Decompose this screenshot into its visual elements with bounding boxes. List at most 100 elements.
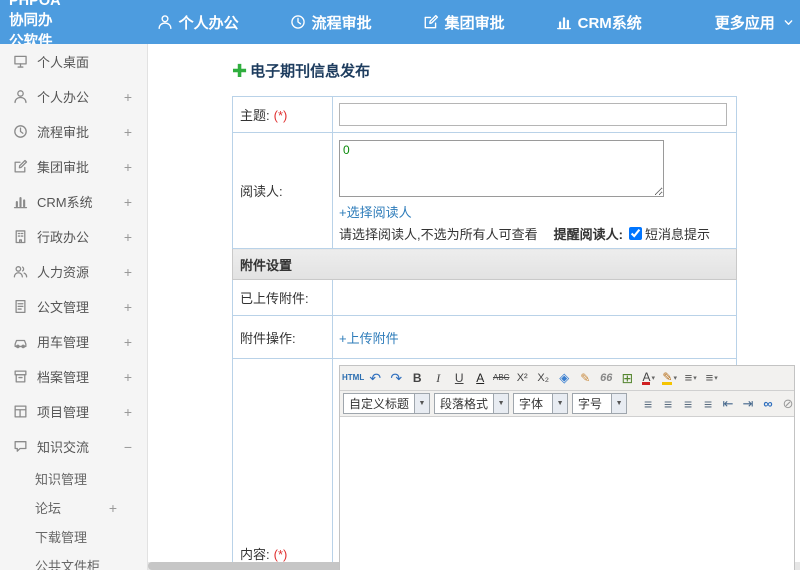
sidebar-item-project-mgmt[interactable]: 项目管理 + [0,394,147,429]
sidebar-subitem-download-mgmt[interactable]: 下载管理 [0,522,147,551]
align-left-button[interactable]: ≡ [638,394,658,414]
document-icon [13,299,28,314]
expand-toggle[interactable]: + [124,404,147,420]
remind-readers-label: 提醒阅读人: [553,227,623,242]
format-brush-button[interactable]: ✎ [575,368,596,388]
unordered-list-button[interactable]: ≡ ▾ [701,368,722,388]
sidebar-item-hr[interactable]: 人力资源 + [0,254,147,289]
sidebar-subitem-forum[interactable]: 论坛 + [0,493,147,522]
italic-button[interactable]: I [428,368,449,388]
blockquote-button[interactable]: 66 [596,368,617,388]
font-color-button[interactable]: A ▾ [638,368,659,388]
expand-toggle[interactable]: − [124,439,147,455]
expand-toggle[interactable]: + [124,264,147,280]
paragraph-format-dropdown[interactable]: 段落格式 ▼ [434,393,510,414]
sidebar-item-personal-office[interactable]: 个人办公 + [0,79,147,114]
align-right-button[interactable]: ≡ [678,394,698,414]
indent-button[interactable]: ⇥ [738,394,758,414]
sidebar-subitem-knowledge-mgmt[interactable]: 知识管理 [0,464,147,493]
expand-toggle[interactable]: + [124,89,147,105]
unlink-button[interactable]: ⊘ [778,394,798,414]
editor-dropdowns: 自定义标题 ▼ 段落格式 ▼ 字体 ▼ 字号 ▼ [342,393,630,414]
bold-button[interactable]: B [407,368,428,388]
people-icon [13,264,28,279]
person-icon [13,89,28,104]
readers-hint-text: 请选择阅读人,不选为所有人可查看 [339,227,538,242]
editor-content-area[interactable] [340,417,794,570]
link-button[interactable]: ∞ [758,394,778,414]
sidebar-subitem-public-file-cabinet[interactable]: 公共文件柜 [0,551,147,570]
source-code-button[interactable]: HTML [342,368,365,388]
ordered-list-button[interactable]: ≡ ▾ [680,368,701,388]
subject-label: 主题: [240,108,270,123]
uploaded-attachment-label: 已上传附件: [240,291,309,306]
expand-toggle[interactable]: + [124,124,147,140]
attachment-section-header: 附件设置 [232,248,737,280]
sms-remind-checkbox[interactable] [628,227,642,240]
uploaded-attachment-value [332,279,737,316]
sidebar-item-workflow-approval[interactable]: 流程审批 + [0,114,147,149]
select-readers-link[interactable]: +选择阅读人 [339,205,412,220]
expand-toggle[interactable]: + [124,299,147,315]
bar-chart-icon [556,14,572,30]
table-button[interactable]: ⊞ [617,368,638,388]
upload-attachment-link[interactable]: +上传附件 [339,331,399,346]
underline-button[interactable]: U [449,368,470,388]
sidebar-item-admin-office[interactable]: 行政办公 + [0,219,147,254]
sidebar-item-crm-system[interactable]: CRM系统 + [0,184,147,219]
font-size-dropdown[interactable]: 字号 ▼ [572,393,628,414]
clock-icon [290,14,306,30]
remove-format-button[interactable]: ◈ [554,368,575,388]
sidebar-item-label: 行政办公 [37,230,90,245]
sidebar-item-knowledge-exchange[interactable]: 知识交流 − [0,429,147,464]
expand-toggle[interactable]: + [124,369,147,385]
undo-button[interactable]: ↶ [365,368,386,388]
project-icon [13,404,28,419]
outdent-button[interactable]: ⇤ [718,394,738,414]
redo-button[interactable]: ↷ [386,368,407,388]
sidebar-submenu: 知识管理 论坛 + 下载管理 公共文件柜 [0,464,147,570]
content-label: 内容: [240,547,270,562]
sidebar-item-label: 流程审批 [37,125,90,140]
sidebar-item-document-mgmt[interactable]: 公文管理 + [0,289,147,324]
font-style-button[interactable]: A [470,368,491,388]
align-center-button[interactable]: ≡ [658,394,678,414]
sidebar-item-label: 集团审批 [37,160,90,175]
nav-personal-office[interactable]: 个人办公 [141,0,274,44]
sidebar-item-personal-desktop[interactable]: 个人桌面 [0,44,147,79]
nav-more-apps[interactable]: 更多应用 [677,0,800,44]
sms-remind-label: 短消息提示 [644,227,710,242]
expand-toggle[interactable]: + [124,194,147,210]
content-label-cell: 内容: (*) [232,358,333,570]
custom-heading-dropdown[interactable]: 自定义标题 ▼ [343,393,431,414]
font-family-dropdown[interactable]: 字体 ▼ [513,393,569,414]
sidebar-item-vehicle-mgmt[interactable]: 用车管理 + [0,324,147,359]
dropdown-caret-icon: ▼ [552,394,568,413]
align-justify-button[interactable]: ≡ [698,394,718,414]
main-content: ✚ 电子期刊信息发布 主题: (*) 阅读人: 0 +选择阅读人 请选择阅读人,… [148,44,800,570]
sidebar-item-group-approval[interactable]: 集团审批 + [0,149,147,184]
attachment-action-label: 附件操作: [240,330,296,346]
edit-icon [13,159,28,174]
sidebar-item-archive-mgmt[interactable]: 档案管理 + [0,359,147,394]
expand-toggle[interactable]: + [124,229,147,245]
sidebar-menu: 个人桌面 个人办公 + 流程审批 + 集团审批 + CRM系统 + 行政办公 +… [0,44,147,464]
sidebar-item-label: 个人桌面 [37,55,90,70]
subscript-button[interactable]: X₂ [533,368,554,388]
expand-toggle[interactable]: + [109,500,147,516]
expand-toggle[interactable]: + [124,159,147,175]
sidebar-subitem-label: 论坛 [35,501,62,516]
subject-input[interactable] [339,103,727,126]
nav-group-approval[interactable]: 集团审批 [407,0,540,44]
superscript-button[interactable]: X² [512,368,533,388]
strikethrough-button[interactable]: ABC [491,368,512,388]
highlight-color-button[interactable]: ✎ ▾ [659,368,680,388]
nav-workflow-approval[interactable]: 流程审批 [274,0,407,44]
nav-crm-system[interactable]: CRM系统 [540,0,677,44]
caret-down-icon [783,17,794,28]
expand-toggle[interactable]: + [124,334,147,350]
bar-chart-icon [13,194,28,209]
sidebar-item-label: 知识交流 [37,440,90,455]
readers-textarea[interactable]: 0 [339,140,664,197]
publish-form: 主题: (*) 阅读人: 0 +选择阅读人 请选择阅读人,不选为所有人可查看 提… [232,96,795,570]
